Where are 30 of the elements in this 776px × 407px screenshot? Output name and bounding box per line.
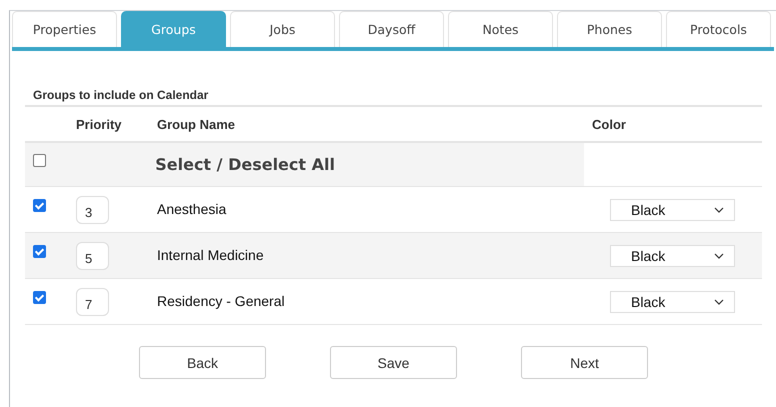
group-name: Residency - General	[157, 292, 285, 308]
color-select[interactable]: Black	[610, 198, 735, 220]
tab[interactable]: Daysoff	[339, 11, 444, 47]
column-header: Color	[592, 116, 626, 132]
checkbox[interactable]	[33, 199, 46, 212]
color-select[interactable]: Black	[610, 290, 735, 312]
column-header: Group Name	[157, 116, 236, 132]
tab[interactable]: Phones	[557, 11, 662, 47]
chevron-down-icon	[714, 298, 724, 304]
tab[interactable]: Jobs	[230, 11, 335, 47]
group-name: Anesthesia	[157, 200, 226, 216]
column-header: Priority	[76, 116, 122, 132]
chevron-down-icon	[714, 206, 724, 212]
section-title: Groups to include on Calendar	[33, 88, 210, 104]
group-name: Internal Medicine	[157, 246, 264, 262]
chevron-down-icon	[714, 252, 724, 258]
checkbox[interactable]	[33, 291, 46, 304]
priority-field[interactable]: 5	[76, 242, 109, 270]
tab[interactable]: Protocols	[666, 11, 771, 47]
action-button[interactable]: Save	[330, 346, 457, 379]
priority-field[interactable]: 3	[76, 196, 109, 224]
color-select[interactable]: Black	[610, 244, 735, 266]
checkbox[interactable]	[33, 154, 46, 167]
tab[interactable]: Notes	[448, 11, 553, 47]
select-all-label: Select / Deselect All	[155, 154, 335, 174]
tab[interactable]: Properties	[12, 11, 117, 47]
action-button[interactable]: Back	[139, 346, 266, 379]
action-button[interactable]: Next	[521, 346, 648, 379]
checkbox[interactable]	[33, 245, 46, 258]
priority-field[interactable]: 7	[76, 288, 109, 316]
